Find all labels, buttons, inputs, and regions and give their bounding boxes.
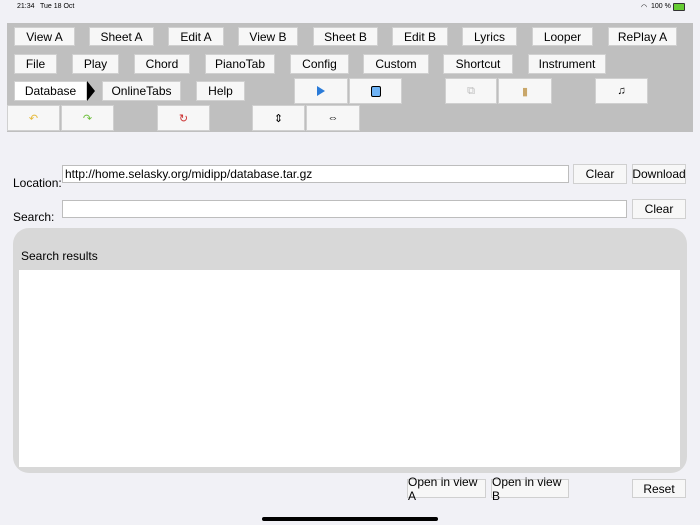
paste-button[interactable]: ▮ [498,78,552,104]
database-button[interactable]: Database [14,81,87,101]
rotate-button[interactable]: ↻ [157,105,210,131]
undo-icon: ↶ [28,112,39,125]
redo-icon: ↷ [82,112,93,125]
copy-icon: ⧉ [467,84,475,97]
edit-b-button[interactable]: Edit B [392,27,448,46]
search-results-title: Search results [21,249,98,263]
music-notes-icon: ♫ [617,85,626,97]
play-button[interactable]: Play [72,54,119,74]
looper-button[interactable]: Looper [532,27,593,46]
redo-button[interactable]: ↷ [61,105,114,131]
file-button[interactable]: File [14,54,57,74]
view-b-button[interactable]: View B [238,27,298,46]
play-transport-button[interactable] [294,78,348,104]
location-input[interactable]: http://home.selasky.org/midipp/database.… [62,165,569,183]
instrument-button[interactable]: Instrument [528,54,606,74]
status-time: 21:34 [17,3,35,10]
music-button[interactable]: ♫ [595,78,648,104]
reset-button[interactable]: Reset [632,479,686,498]
rotate-icon: ↻ [178,112,189,125]
custom-button[interactable]: Custom [363,54,429,74]
search-input[interactable] [62,200,627,218]
view-a-button[interactable]: View A [14,27,75,46]
replay-a-button[interactable]: RePlay A [608,27,677,46]
horizontal-arrows-icon: ⇔ [327,112,339,124]
help-button[interactable]: Help [196,81,245,101]
battery-level: 100 % [651,3,671,10]
vertical-arrows-icon: ⇕ [273,112,284,125]
vertical-resize-button[interactable]: ⇕ [252,105,305,131]
lyrics-button[interactable]: Lyrics [462,27,517,46]
location-label: Location: [13,176,62,190]
stop-icon [370,85,381,97]
status-date: Tue 18 Oct [40,3,75,10]
onlinetabs-button[interactable]: OnlineTabs [102,81,181,101]
download-button[interactable]: Download [632,164,686,184]
chord-button[interactable]: Chord [134,54,190,74]
open-in-view-b-button[interactable]: Open in view B [491,475,569,503]
open-in-view-a-button[interactable]: Open in view A [407,475,486,503]
search-results-list[interactable] [19,270,680,467]
search-label: Search: [13,210,55,224]
home-indicator[interactable] [262,517,438,521]
horizontal-resize-button[interactable]: ⇔ [306,105,360,131]
pianotab-button[interactable]: PianoTab [205,54,275,74]
location-clear-button[interactable]: Clear [573,164,627,184]
sheet-b-button[interactable]: Sheet B [313,27,378,46]
edit-a-button[interactable]: Edit A [168,27,224,46]
stop-button[interactable] [349,78,402,104]
wifi-icon: ◠ [641,4,648,11]
config-button[interactable]: Config [290,54,349,74]
sheet-a-button[interactable]: Sheet A [89,27,154,46]
undo-button[interactable]: ↶ [7,105,60,131]
selected-arrow-icon [87,81,95,101]
paste-icon: ▮ [521,85,529,98]
play-icon [317,86,325,96]
battery-icon [673,3,685,11]
shortcut-button[interactable]: Shortcut [443,54,513,74]
search-clear-button[interactable]: Clear [632,199,686,219]
copy-button[interactable]: ⧉ [445,78,497,104]
